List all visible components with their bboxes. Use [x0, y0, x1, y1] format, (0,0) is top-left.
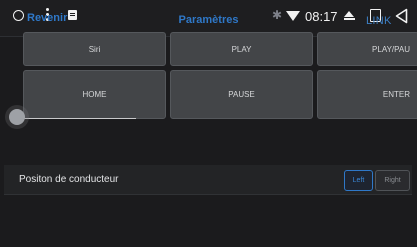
- driver-position-setting: Positon de conducteur Left Right: [4, 165, 412, 195]
- screen: Revenir Paramètres ✱ 08:17 LINK Siri PLA…: [0, 0, 417, 247]
- option-right-button[interactable]: Right: [375, 170, 410, 191]
- back-arrow-icon[interactable]: [395, 8, 408, 24]
- eject-icon[interactable]: [344, 11, 355, 21]
- link-label: LINK: [366, 15, 392, 27]
- key-enter[interactable]: ENTER: [317, 70, 417, 119]
- key-home[interactable]: HOME: [23, 70, 166, 119]
- slider-thumb[interactable]: [9, 109, 25, 125]
- clock-time: 08:17: [305, 9, 338, 24]
- key-label: PAUSE: [228, 90, 255, 99]
- key-label: PLAY: [231, 44, 252, 54]
- bluetooth-icon: ✱: [272, 8, 283, 22]
- slider-track[interactable]: [14, 118, 136, 119]
- key-pause[interactable]: PAUSE: [170, 70, 313, 119]
- key-siri[interactable]: Siri: [23, 32, 166, 66]
- option-left-button[interactable]: Left: [344, 170, 373, 191]
- key-label: PLAY/PAU: [372, 44, 410, 54]
- key-label: HOME: [82, 90, 107, 99]
- key-play-pause[interactable]: PLAY/PAU: [317, 32, 417, 66]
- driver-position-label: Positon de conducteur: [19, 174, 119, 185]
- key-play[interactable]: PLAY: [170, 32, 313, 66]
- key-label: Siri: [88, 44, 101, 54]
- empty-settings-area: [0, 196, 417, 247]
- wifi-icon: [286, 11, 300, 21]
- key-label: ENTER: [382, 90, 410, 99]
- control-keys-grid: Siri PLAY PLAY/PAU HOME PAUSE ENTER: [0, 32, 417, 126]
